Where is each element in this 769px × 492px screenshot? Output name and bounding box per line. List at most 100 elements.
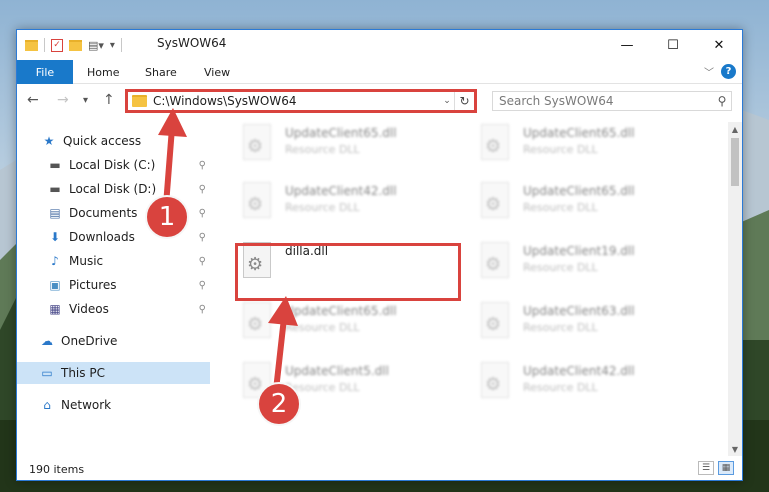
file-item[interactable]: ⚙ UpdateClient65.dll Resource DLL bbox=[475, 122, 705, 172]
star-icon: ★ bbox=[43, 134, 55, 148]
sidebar-item-videos[interactable]: ▦ Videos ⚲ bbox=[17, 298, 210, 320]
file-name: UpdateClient5.dll bbox=[285, 364, 389, 378]
sidebar-item-this-pc[interactable]: ▭ This PC bbox=[17, 362, 210, 384]
file-type: Resource DLL bbox=[285, 321, 360, 334]
sidebar-item-onedrive[interactable]: ☁ OneDrive bbox=[17, 330, 210, 352]
file-type: Resource DLL bbox=[523, 261, 598, 274]
customize-toolbar-icon[interactable]: ▤▾ bbox=[88, 39, 104, 52]
sidebar-item-label: Network bbox=[61, 398, 112, 412]
pin-icon[interactable]: ⚲ bbox=[199, 184, 206, 195]
network-icon: ⌂ bbox=[43, 398, 51, 412]
file-item[interactable]: ⚙ UpdateClient65.dll Resource DLL bbox=[237, 122, 467, 172]
step-2-badge: 2 bbox=[257, 382, 301, 426]
file-item[interactable]: ⚙ UpdateClient42.dll Resource DLL bbox=[237, 180, 467, 230]
sidebar-item-label: Music bbox=[69, 254, 104, 268]
vertical-scrollbar[interactable]: ▲ ▼ bbox=[728, 122, 742, 456]
cloud-icon: ☁ bbox=[41, 334, 53, 348]
dll-file-icon: ⚙ bbox=[237, 122, 277, 170]
documents-icon: ▤ bbox=[49, 206, 61, 220]
pin-icon[interactable]: ⚲ bbox=[199, 304, 206, 315]
pin-icon[interactable]: ⚲ bbox=[199, 208, 206, 219]
file-meta: UpdateClient42.dll Resource DLL bbox=[515, 360, 635, 410]
forward-button[interactable]: → bbox=[57, 92, 69, 108]
navigation-bar: ← → ▾ ↑ C:\Windows\SysWOW64 ⌄ ↻ ⚲ bbox=[17, 85, 742, 117]
file-item[interactable]: ⚙ UpdateClient65.dll Resource DLL bbox=[475, 180, 705, 230]
file-item[interactable]: ⚙ UpdateClient19.dll Resource DLL bbox=[475, 240, 705, 290]
file-meta: UpdateClient65.dll Resource DLL bbox=[515, 180, 635, 230]
file-name: UpdateClient19.dll bbox=[523, 244, 635, 258]
gear-icon: ⚙ bbox=[485, 254, 502, 275]
search-icon[interactable]: ⚲ bbox=[713, 94, 731, 108]
chevron-down-icon[interactable]: ⌄ bbox=[440, 96, 454, 106]
file-meta: UpdateClient19.dll Resource DLL bbox=[515, 240, 635, 290]
computer-icon: ▭ bbox=[41, 366, 53, 380]
quick-access-toolbar: ✓ ▤▾ ▾ bbox=[25, 36, 122, 54]
sidebar-item-label: Local Disk (D:) bbox=[69, 182, 157, 196]
scroll-up-icon[interactable]: ▲ bbox=[728, 122, 742, 136]
tab-file[interactable]: File bbox=[17, 60, 73, 84]
expand-ribbon-icon[interactable]: ﹀ bbox=[704, 64, 714, 79]
scroll-down-icon[interactable]: ▼ bbox=[728, 442, 742, 456]
sidebar-item-quick-access[interactable]: ★ Quick access bbox=[17, 130, 210, 152]
sidebar-item-pictures[interactable]: ▣ Pictures ⚲ bbox=[17, 274, 210, 296]
tab-home[interactable]: Home bbox=[87, 60, 119, 84]
ribbon-tabs: File Home Share View ﹀ ? bbox=[17, 60, 742, 84]
address-bar[interactable]: C:\Windows\SysWOW64 ⌄ ↻ bbox=[125, 89, 477, 113]
pin-icon[interactable]: ⚲ bbox=[199, 256, 206, 267]
pictures-icon: ▣ bbox=[49, 278, 61, 292]
sidebar-item-network[interactable]: ⌂ Network bbox=[17, 394, 210, 416]
item-count: 190 items bbox=[29, 462, 85, 476]
large-icons-view-icon[interactable]: ▦ bbox=[718, 461, 734, 475]
file-meta: UpdateClient42.dll Resource DLL bbox=[277, 180, 397, 230]
minimize-button[interactable]: — bbox=[604, 30, 650, 60]
toolbar-dropdown-icon[interactable]: ▾ bbox=[110, 40, 115, 51]
title-bar: ✓ ▤▾ ▾ SysWOW64 — ☐ ✕ bbox=[17, 30, 742, 60]
search-box[interactable]: ⚲ bbox=[492, 91, 732, 111]
pin-icon[interactable]: ⚲ bbox=[199, 232, 206, 243]
recent-locations-button[interactable]: ▾ bbox=[83, 95, 88, 106]
file-meta: UpdateClient65.dll Resource DLL bbox=[515, 122, 635, 172]
gear-icon: ⚙ bbox=[247, 314, 264, 335]
file-name: UpdateClient65.dll bbox=[523, 184, 635, 198]
refresh-button[interactable]: ↻ bbox=[454, 92, 474, 110]
file-item[interactable]: ⚙ UpdateClient63.dll Resource DLL bbox=[475, 300, 705, 350]
address-path[interactable]: C:\Windows\SysWOW64 bbox=[153, 94, 440, 108]
pin-icon[interactable]: ⚲ bbox=[199, 160, 206, 171]
help-icon[interactable]: ? bbox=[721, 64, 736, 79]
dll-file-icon: ⚙ bbox=[475, 300, 515, 348]
new-folder-icon[interactable] bbox=[69, 39, 82, 51]
pin-icon[interactable]: ⚲ bbox=[199, 280, 206, 291]
file-type: Resource DLL bbox=[523, 201, 598, 214]
file-item[interactable]: ⚙ UpdateClient65.dll Resource DLL bbox=[237, 300, 467, 350]
sidebar-item-local-disk-d[interactable]: ▬ Local Disk (D:) ⚲ bbox=[17, 178, 210, 200]
drive-icon: ▬ bbox=[49, 182, 61, 196]
maximize-button[interactable]: ☐ bbox=[650, 30, 696, 60]
file-meta: UpdateClient65.dll Resource DLL bbox=[277, 122, 397, 172]
search-input[interactable] bbox=[493, 94, 713, 108]
up-button[interactable]: ↑ bbox=[103, 92, 115, 108]
file-name: UpdateClient65.dll bbox=[523, 126, 635, 140]
toolbar-divider bbox=[44, 38, 45, 52]
sidebar-item-label: OneDrive bbox=[61, 334, 118, 348]
file-item[interactable]: ⚙ UpdateClient42.dll Resource DLL bbox=[475, 360, 705, 410]
tab-share[interactable]: Share bbox=[145, 60, 177, 84]
tab-view[interactable]: View bbox=[204, 60, 230, 84]
close-button[interactable]: ✕ bbox=[696, 30, 742, 60]
sidebar-item-music[interactable]: ♪ Music ⚲ bbox=[17, 250, 210, 272]
sidebar-item-label: Pictures bbox=[69, 278, 117, 292]
sidebar-item-local-disk-c[interactable]: ▬ Local Disk (C:) ⚲ bbox=[17, 154, 210, 176]
back-button[interactable]: ← bbox=[27, 92, 39, 108]
file-name: UpdateClient65.dll bbox=[285, 126, 397, 140]
dll-file-icon: ⚙ bbox=[475, 240, 515, 288]
window-controls: — ☐ ✕ bbox=[604, 30, 742, 60]
folder-icon[interactable] bbox=[25, 39, 38, 51]
details-view-icon[interactable]: ☰ bbox=[698, 461, 714, 475]
folder-icon bbox=[132, 95, 147, 107]
file-highlight-box bbox=[235, 243, 461, 301]
drive-icon: ▬ bbox=[49, 158, 61, 172]
dll-file-icon: ⚙ bbox=[237, 300, 277, 348]
scrollbar-thumb[interactable] bbox=[731, 138, 739, 186]
dll-file-icon: ⚙ bbox=[475, 180, 515, 228]
dll-file-icon: ⚙ bbox=[475, 122, 515, 170]
properties-icon[interactable]: ✓ bbox=[51, 38, 63, 52]
